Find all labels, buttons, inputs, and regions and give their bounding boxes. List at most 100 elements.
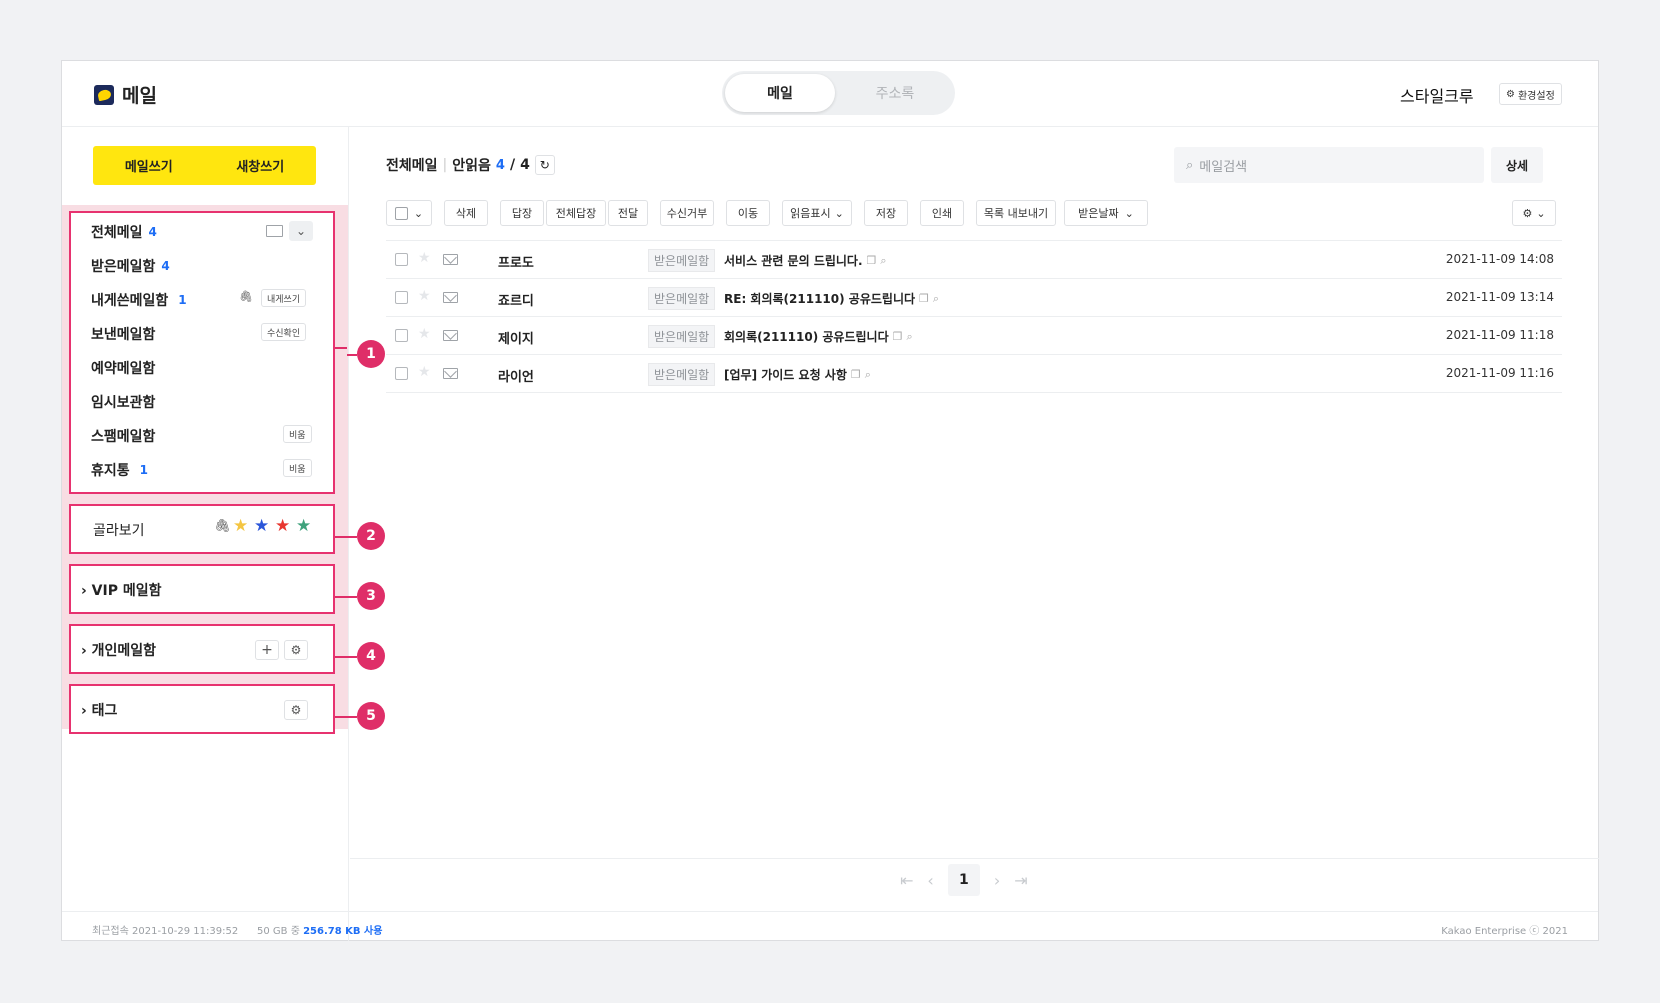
delete-button[interactable]: 삭제 [444,200,488,226]
current-page[interactable]: 1 [947,864,980,896]
settings-button[interactable]: ⚙ 환경설정 [1499,83,1562,105]
search-icon[interactable]: ⌕ [865,368,871,382]
folder-sent[interactable]: 보낸메일함 [91,324,155,344]
folder-scheduled[interactable]: 예약메일함 [91,358,155,378]
mail-row[interactable]: ★ 죠르디 받은메일함 RE: 회의록(211110) 공유드립니다 ❐ ⌕ 202… [386,279,1562,317]
tab-mail[interactable]: 메일 [725,74,835,112]
mail-row[interactable]: ★ 제이지 받은메일함 회의록(211110) 공유드립니다 ❐ ⌕ 2021-11… [386,317,1562,355]
star-green-icon[interactable]: ★ [296,516,311,536]
sender[interactable]: 프로도 [498,252,534,271]
filter-box: 골라보기 🖇 ★ ★ ★ ★ [69,504,335,554]
envelope-icon[interactable] [266,225,283,237]
row-checkbox[interactable] [395,253,408,266]
sender[interactable]: 제이지 [498,328,534,347]
forward-button[interactable]: 전달 [608,200,648,226]
star-yellow-icon[interactable]: ★ [233,516,248,536]
copyright: Kakao Enterprise ⓒ 2021 [1441,926,1568,937]
sidebar: 메일쓰기 새창쓰기 전체메일 4 ⌄ 받은메일함 4 내게쓴메일함 1 🖇 내게… [62,127,349,941]
sender[interactable]: 라이언 [498,366,534,385]
prev-page-icon[interactable]: ‹ [927,871,933,890]
search-icon[interactable]: ⌕ [880,254,886,268]
refresh-icon[interactable]: ↻ [534,155,555,175]
row-checkbox[interactable] [395,291,408,304]
mail-logo-icon [94,84,114,105]
folder-badge: 받은메일함 [648,249,716,272]
star-icon[interactable]: ★ [418,250,431,266]
tab-addressbook[interactable]: 주소록 [840,74,950,112]
chevron-down-icon: ⌄ [1124,206,1134,220]
folder-trash[interactable]: 휴지통 1 [91,460,148,480]
search-icon[interactable]: ⌕ [906,330,912,344]
last-page-icon[interactable]: ⇥ [1014,871,1027,890]
tag-box[interactable]: › 태그 ⚙ [69,684,335,734]
subject[interactable]: 서비스 관련 문의 드립니다. ❐ ⌕ [724,252,887,269]
gear-icon[interactable]: ⚙ [284,640,308,660]
first-page-icon[interactable]: ⇤ [900,871,913,890]
mark-read-label: 읽음표시 [790,207,831,220]
attachment-filter-icon[interactable]: 🖇 [214,519,231,534]
copy-icon[interactable]: ❐ [893,330,903,343]
mark-read-button[interactable]: 읽음표시 ⌄ [782,200,852,226]
star-icon[interactable]: ★ [418,288,431,304]
callout-3: 3 [357,582,385,610]
detail-search-button[interactable]: 상세 [1491,147,1543,183]
list-settings-button[interactable]: ⚙ ⌄ [1512,200,1556,226]
read-receipt-button[interactable]: 수신확인 [261,323,307,341]
reply-all-button[interactable]: 전체답장 [546,200,606,226]
paperclip-icon[interactable]: 🖇 [239,290,253,303]
row-checkbox[interactable] [395,367,408,380]
copy-icon[interactable]: ❐ [867,254,877,267]
add-icon[interactable]: + [255,640,279,660]
reply-button[interactable]: 답장 [500,200,544,226]
star-icon[interactable]: ★ [418,326,431,342]
mail-row[interactable]: ★ 프로도 받은메일함 서비스 관련 문의 드립니다. ❐ ⌕ 2021-11-09… [386,241,1562,279]
save-button[interactable]: 저장 [864,200,908,226]
personal-box[interactable]: › 개인메일함 + ⚙ [69,624,335,674]
folder-drafts[interactable]: 임시보관함 [91,392,155,412]
search-icon[interactable]: ⌕ [933,292,939,306]
folder-label: 스팸메일함 [91,429,156,445]
folder-all[interactable]: 전체메일 4 [91,222,157,242]
chevron-down-icon[interactable]: ⌄ [289,221,313,241]
subject[interactable]: [업무] 가이드 요청 사항 ❐ ⌕ [724,366,871,383]
star-icon[interactable]: ★ [418,364,431,380]
folder-spam[interactable]: 스팸메일함 [91,426,155,446]
next-page-icon[interactable]: › [994,871,1000,890]
folder-label: 휴지통 [91,463,130,479]
chevron-down-icon: ⌄ [413,206,424,220]
copy-icon[interactable]: ❐ [919,292,929,305]
star-blue-icon[interactable]: ★ [254,516,269,536]
envelope-icon[interactable] [443,254,458,265]
vip-box[interactable]: › VIP 메일함 [69,564,335,614]
envelope-icon[interactable] [443,330,458,341]
app-logo[interactable]: 메일 [94,81,157,108]
folder-inbox[interactable]: 받은메일함 4 [91,256,170,276]
select-all-checkbox[interactable]: ⌄ [386,200,432,226]
write-to-self-button[interactable]: 내게쓰기 [261,289,307,307]
search-input[interactable]: ⌕ 메일검색 [1174,147,1484,183]
block-button[interactable]: 수신거부 [660,200,714,226]
mail-row[interactable]: ★ 라이언 받은메일함 [업무] 가이드 요청 사항 ❐ ⌕ 2021-11-09 … [386,355,1562,393]
empty-spam-button[interactable]: 비움 [283,425,312,443]
print-button[interactable]: 인쇄 [920,200,964,226]
copy-icon[interactable]: ❐ [851,368,861,381]
sender[interactable]: 죠르디 [498,290,534,309]
compose-popup-button[interactable]: 새창쓰기 [205,146,317,185]
compose-button[interactable]: 메일쓰기 [93,146,205,185]
subject[interactable]: RE: 회의록(211110) 공유드립니다 ❐ ⌕ [724,290,939,307]
export-list-button[interactable]: 목록 내보내기 [976,200,1056,226]
envelope-icon[interactable] [443,368,458,379]
sort-date-button[interactable]: 받은날짜 ⌄ [1064,200,1148,226]
count-divider: / [509,157,516,173]
pagination-divider [350,858,1599,859]
row-checkbox[interactable] [395,329,408,342]
subject[interactable]: 회의록(211110) 공유드립니다 ❐ ⌕ [724,328,913,345]
move-button[interactable]: 이동 [726,200,770,226]
user-name[interactable]: 스타일크루 [1400,83,1474,107]
quota-total: 50 GB 중 [257,926,300,937]
folder-self[interactable]: 내게쓴메일함 1 [91,290,187,310]
star-red-icon[interactable]: ★ [275,516,290,536]
envelope-icon[interactable] [443,292,458,303]
gear-icon[interactable]: ⚙ [284,700,308,720]
empty-trash-button[interactable]: 비움 [283,459,312,477]
